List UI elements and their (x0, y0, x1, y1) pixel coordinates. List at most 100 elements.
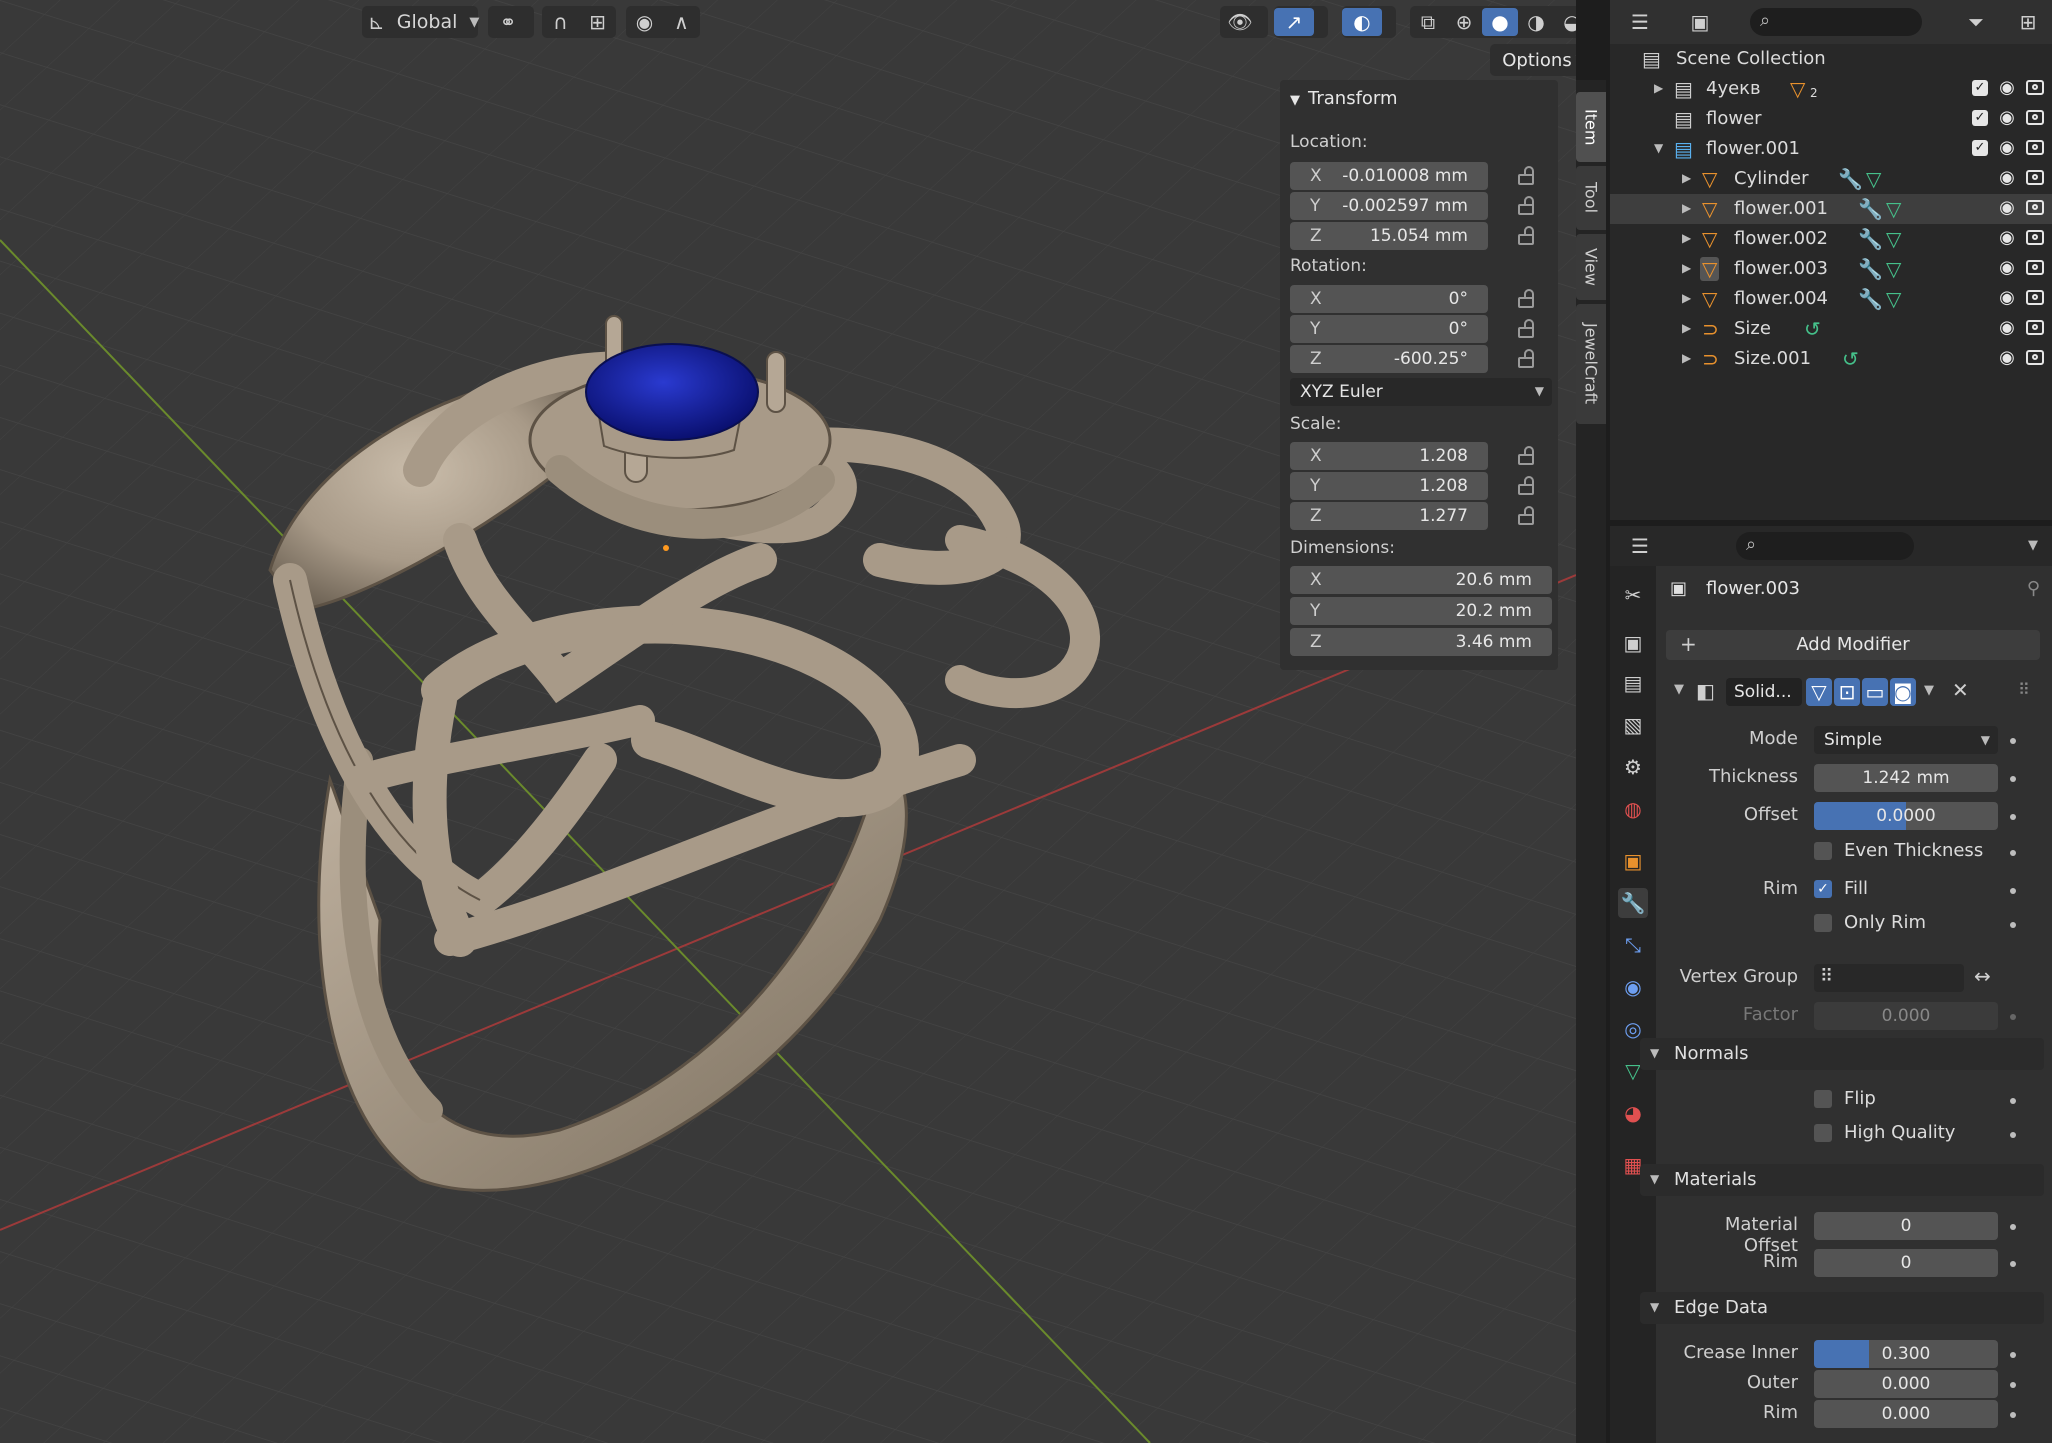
options-dropdown[interactable]: Options ▼ (1490, 44, 1576, 76)
modifier-name-field[interactable]: Solid... (1726, 678, 1802, 706)
display-mode-icon[interactable]: ▣ (1686, 8, 1714, 36)
eye-icon[interactable]: ◉ (1996, 197, 2018, 218)
3d-viewport[interactable]: ⊾ Global ▼ ⚭ ∩ ⊞ ◉ ∧ 👁 ↗ ◐ ⧉ ⊕ ● ◑ ◒ Opt… (0, 0, 1576, 1443)
output-icon[interactable]: ▤ (1618, 668, 1648, 698)
scale-y-field[interactable]: Y 1.208 (1290, 472, 1488, 500)
object-icon[interactable]: ▣ (1618, 846, 1648, 876)
keyframe-dot-icon[interactable] (2010, 850, 2016, 856)
outliner-row[interactable]: ▶ ▤ 4уекв ▽ 2 ✓ ◉ (1610, 74, 2052, 104)
lock-icon[interactable] (1516, 476, 1538, 496)
wireframe-shading-icon[interactable]: ⊕ (1446, 8, 1482, 36)
location-z-field[interactable]: Z 15.054 mm (1290, 222, 1488, 250)
edit-mode-cage-icon[interactable]: ▽ (1806, 678, 1832, 706)
fill-checkbox[interactable]: ✓ (1814, 880, 1832, 898)
exclude-checkbox[interactable]: ✓ (1972, 109, 1988, 126)
invert-arrows-icon[interactable]: ↔ (1974, 964, 1991, 988)
camera-icon[interactable] (2026, 140, 2044, 155)
eye-icon[interactable]: ◉ (1996, 137, 2018, 158)
crease-outer-slider[interactable]: 0.000 (1814, 1370, 1998, 1398)
camera-icon[interactable] (2026, 260, 2044, 275)
outliner-row-selected[interactable]: ▶ ▽ flower.001 🔧 ▽ ◉ (1610, 194, 2052, 224)
crease-inner-slider[interactable]: 0.300 (1814, 1340, 1998, 1368)
overlays-toggle[interactable]: ◐ (1342, 6, 1396, 38)
outliner-row[interactable]: ▶ ⊃ Size.001 ↺ ◉ (1610, 344, 2052, 374)
transform-orientation-dropdown[interactable]: ⊾ Global ▼ (362, 6, 479, 38)
rendered-shading-icon[interactable]: ◒ (1554, 8, 1576, 36)
render-camera-icon[interactable]: ◙ (1890, 678, 1916, 706)
edit-mode-icon[interactable]: ⊡ (1834, 678, 1860, 706)
drag-handle-icon[interactable]: ⠿ (2018, 680, 2030, 699)
view-layer-icon[interactable]: ▧ (1618, 710, 1648, 740)
keyframe-dot-icon[interactable] (2010, 1261, 2016, 1267)
solid-shading-icon[interactable]: ● (1482, 8, 1518, 36)
snap-toggle[interactable]: ∩ ⊞ (542, 6, 616, 38)
lock-icon[interactable] (1516, 166, 1538, 186)
crease-rim-slider[interactable]: 0.000 (1814, 1400, 1998, 1428)
rotation-z-field[interactable]: Z -600.25° (1290, 345, 1488, 373)
eye-icon[interactable]: ◉ (1996, 317, 2018, 338)
expand-arrow-icon[interactable]: ▶ (1682, 291, 1691, 305)
particles-icon[interactable]: ⤡ (1618, 930, 1648, 960)
outliner-row[interactable]: ▶ ⊃ Size ↺ ◉ (1610, 314, 2052, 344)
expand-arrow-icon[interactable]: ▶ (1682, 321, 1691, 335)
outliner-row[interactable]: ▶ ▽ flower.002 🔧 ▽ ◉ (1610, 224, 2052, 254)
eye-icon[interactable]: ◉ (1996, 107, 2018, 128)
camera-icon[interactable] (2026, 320, 2044, 335)
outliner-row[interactable]: ▶ ▽ Cylinder 🔧 ▽ ◉ (1610, 164, 2052, 194)
render-icon[interactable]: ▣ (1618, 628, 1648, 658)
expand-arrow-icon[interactable]: ▶ (1682, 171, 1691, 185)
expand-arrow-icon[interactable]: ▶ (1682, 261, 1691, 275)
expand-arrow-icon[interactable]: ▶ (1682, 201, 1691, 215)
rotation-y-field[interactable]: Y 0° (1290, 315, 1488, 343)
tool-icon[interactable]: ✂ (1618, 580, 1648, 610)
exclude-checkbox[interactable]: ✓ (1972, 139, 1988, 156)
outliner-row[interactable]: ▶ ▽ flower.004 🔧 ▽ ◉ (1610, 284, 2052, 314)
proportional-edit-toggle[interactable]: ◉ ∧ (626, 6, 700, 38)
lock-icon[interactable] (1516, 289, 1538, 309)
tab-jewelcraft[interactable]: JewelCraft (1576, 304, 1606, 424)
outliner-search-input[interactable]: ⌕ (1750, 8, 1922, 36)
keyframe-dot-icon[interactable] (2010, 1132, 2016, 1138)
chevron-down-icon[interactable]: ▼ (2024, 538, 2042, 553)
collapse-arrow-icon[interactable]: ▼ (1654, 141, 1663, 155)
pivot-point-dropdown[interactable]: ⚭ (488, 6, 534, 38)
edge-data-subpanel-header[interactable]: ▼ Edge Data (1640, 1292, 2044, 1324)
factor-field[interactable]: 0.000 (1814, 1002, 1998, 1030)
new-collection-icon[interactable]: ⊞ (2014, 8, 2042, 36)
collapse-arrow-icon[interactable]: ▼ (1674, 682, 1684, 697)
camera-icon[interactable] (2026, 290, 2044, 305)
lock-icon[interactable] (1516, 196, 1538, 216)
rotation-x-field[interactable]: X 0° (1290, 285, 1488, 313)
world-icon[interactable]: ◍ (1618, 794, 1648, 824)
only-rim-checkbox[interactable] (1814, 914, 1832, 932)
transform-section-header[interactable]: ▼ Transform (1290, 88, 1398, 109)
editor-type-icon[interactable]: ☰ (1626, 532, 1654, 560)
eye-icon[interactable]: ◉ (1996, 167, 2018, 188)
lock-icon[interactable] (1516, 349, 1538, 369)
tab-tool[interactable]: Tool (1576, 166, 1606, 230)
mode-dropdown[interactable]: Simple ▼ (1814, 726, 1998, 754)
modifier-wrench-icon[interactable]: 🔧 (1618, 888, 1648, 918)
expand-arrow-icon[interactable]: ▶ (1682, 351, 1691, 365)
exclude-checkbox[interactable]: ✓ (1972, 79, 1988, 96)
scene-icon[interactable]: ⚙ (1618, 752, 1648, 782)
camera-icon[interactable] (2026, 230, 2044, 245)
materials-subpanel-header[interactable]: ▼ Materials (1640, 1164, 2044, 1196)
outliner-row[interactable]: ▼ ▤ flower.001 ✓ ◉ (1610, 134, 2052, 164)
filter-icon[interactable]: ⏷ (1962, 8, 1990, 36)
thickness-field[interactable]: 1.242 mm (1814, 764, 1998, 792)
editor-type-icon[interactable]: ☰ (1626, 8, 1654, 36)
camera-icon[interactable] (2026, 80, 2044, 95)
keyframe-dot-icon[interactable] (2010, 1412, 2016, 1418)
outliner-row[interactable]: ▶ ▽ flower.003 🔧 ▽ ◉ (1610, 254, 2052, 284)
dimensions-y-field[interactable]: Y 20.2 mm (1290, 597, 1552, 625)
xray-icon[interactable]: ⧉ (1410, 8, 1446, 36)
lock-icon[interactable] (1516, 506, 1538, 526)
material-offset-field[interactable]: 0 (1814, 1212, 1998, 1240)
expand-arrow-icon[interactable]: ▶ (1682, 231, 1691, 245)
visibility-dropdown[interactable]: 👁 (1220, 6, 1268, 38)
offset-slider[interactable]: 0.0000 (1814, 802, 1998, 830)
properties-search-input[interactable]: ⌕ (1736, 532, 1914, 560)
camera-icon[interactable] (2026, 350, 2044, 365)
shading-modes[interactable]: ⧉ ⊕ ● ◑ ◒ (1410, 6, 1576, 38)
